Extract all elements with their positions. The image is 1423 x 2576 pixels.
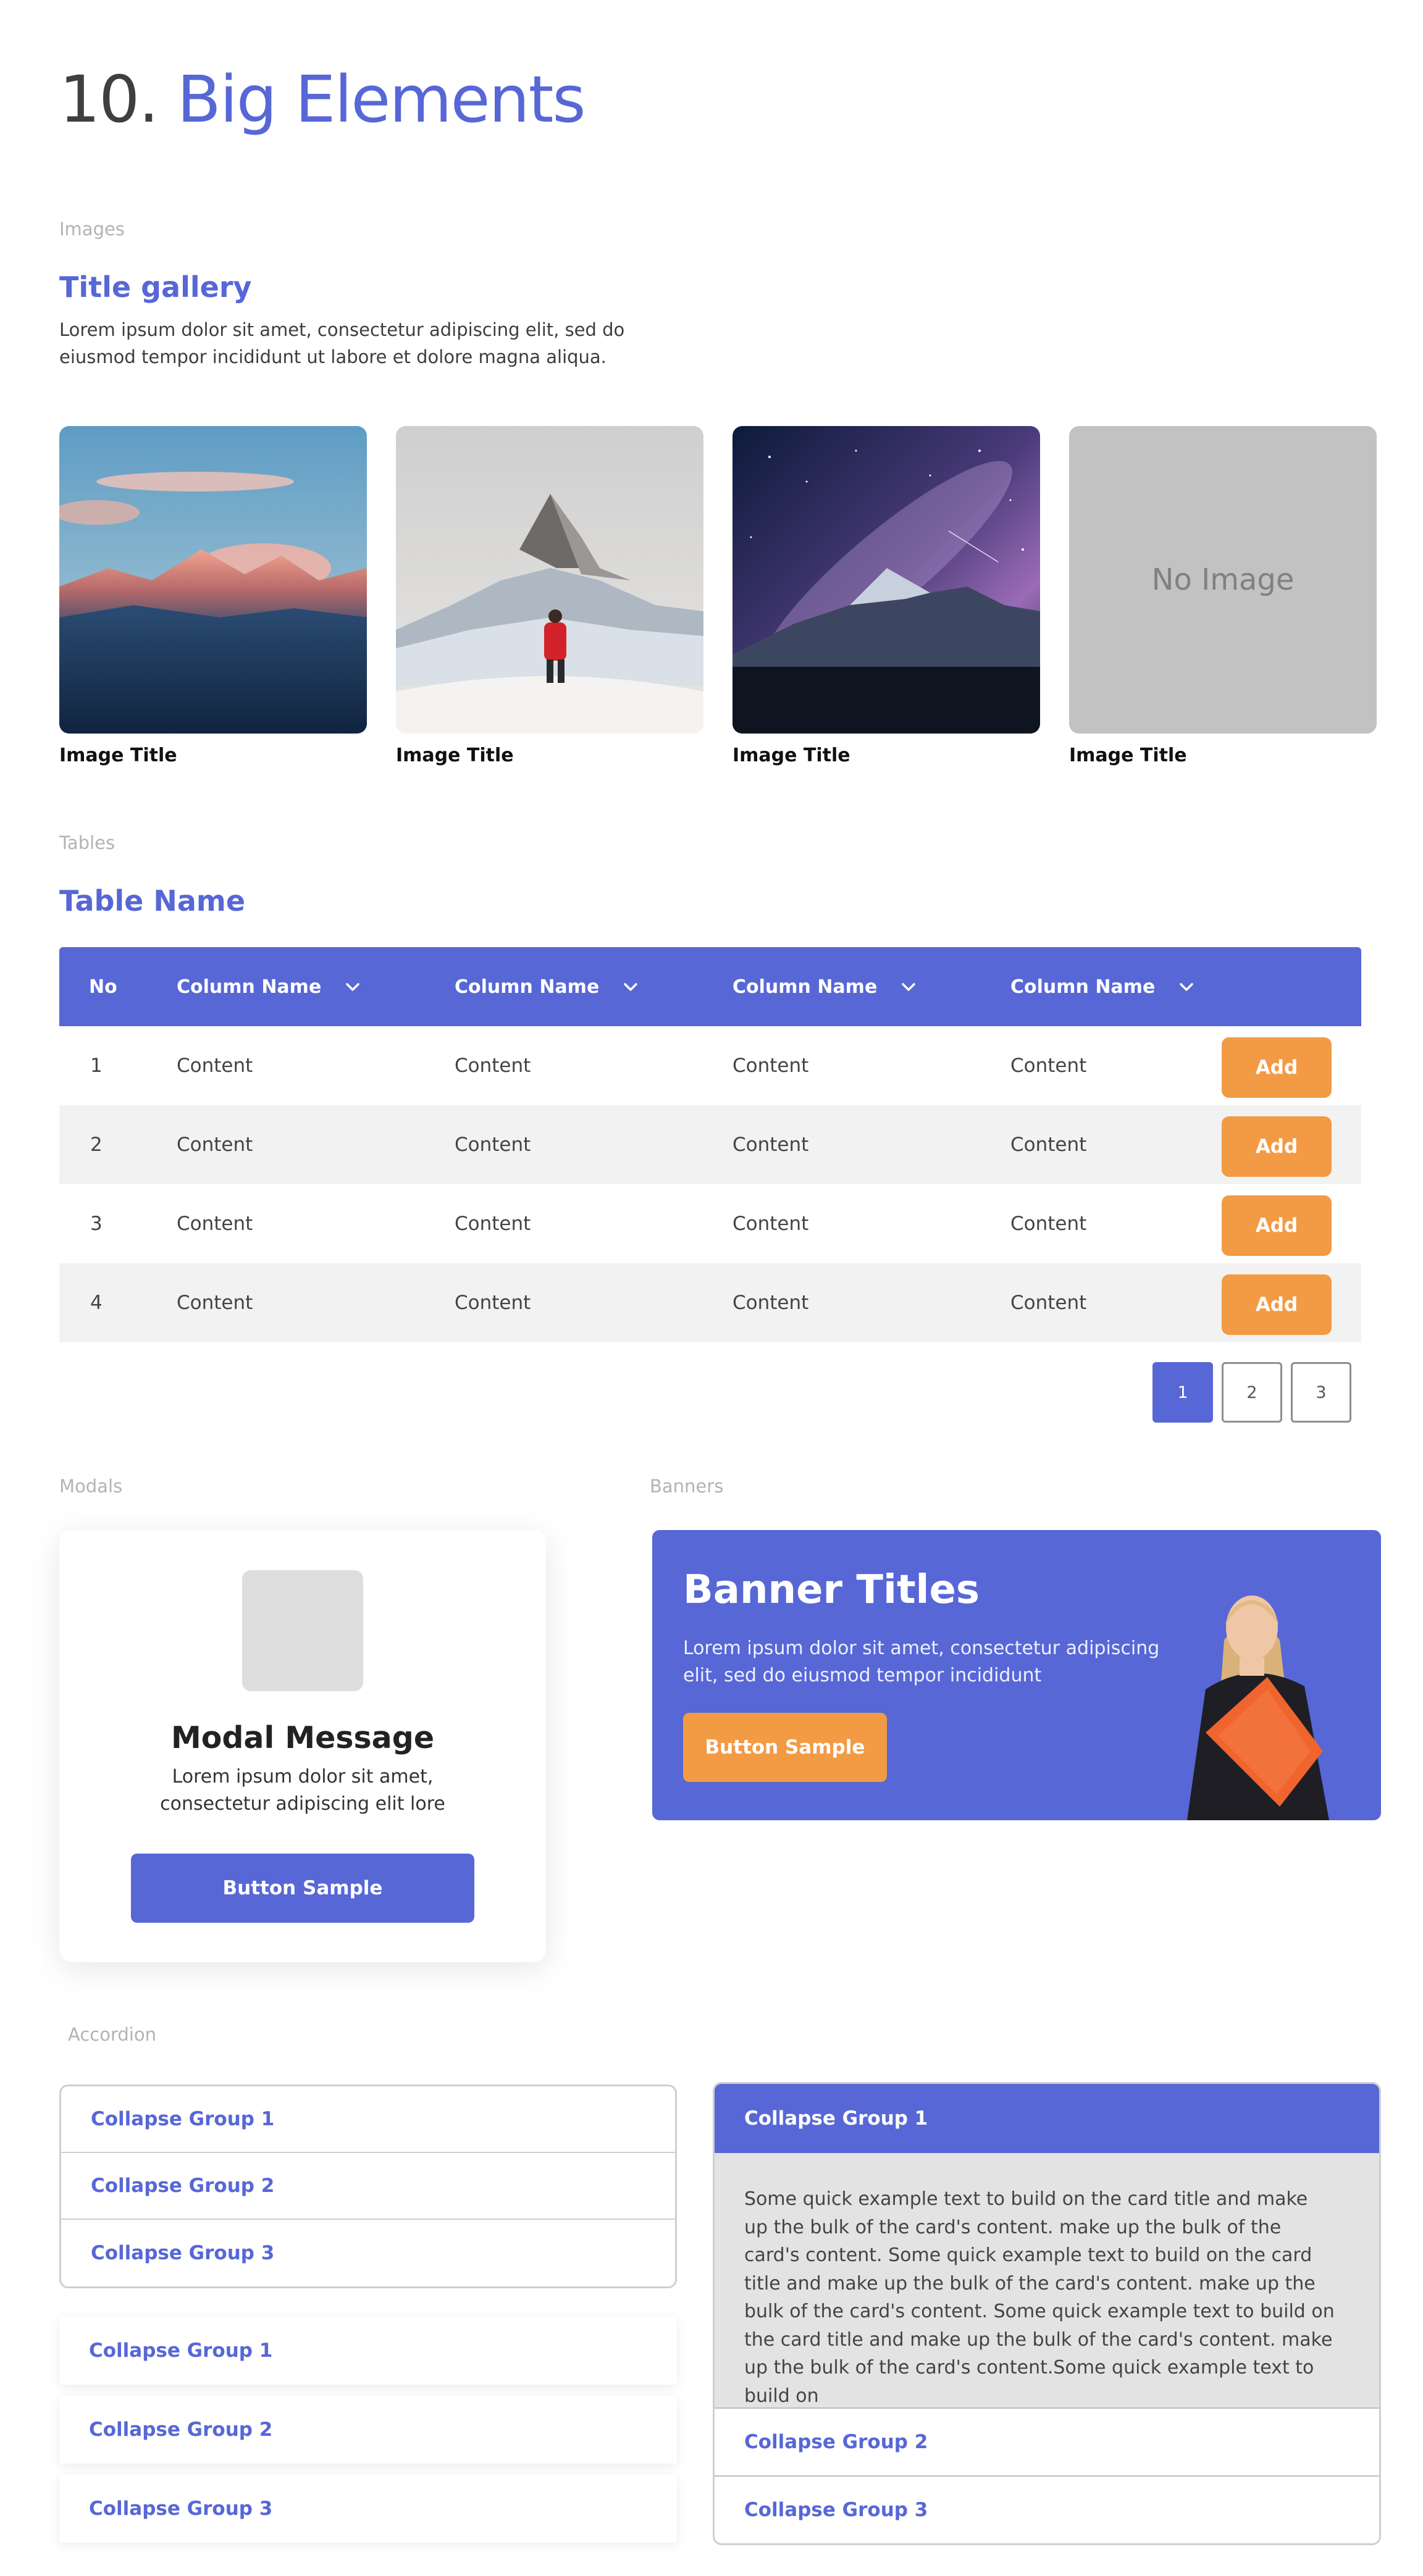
row-number: 1 [90, 1055, 103, 1077]
add-button[interactable]: Add [1222, 1195, 1332, 1256]
table-title: Table Name [59, 884, 246, 918]
row-number: 3 [90, 1213, 103, 1235]
modal-button[interactable]: Button Sample [131, 1854, 474, 1923]
accordion-body: Some quick example text to build on the … [715, 2153, 1379, 2407]
gallery-image-placeholder[interactable]: No Image [1069, 426, 1377, 734]
row-number: 2 [90, 1134, 103, 1156]
accordion-section-label: Accordion [68, 2024, 156, 2045]
gallery-image-2[interactable] [396, 426, 703, 734]
gallery-image-3[interactable] [732, 426, 1040, 734]
page-button-2[interactable]: 2 [1222, 1362, 1282, 1423]
accordion-item[interactable]: Collapse Group 3 [715, 2475, 1379, 2543]
add-button[interactable]: Add [1222, 1274, 1332, 1335]
chevron-down-icon [624, 983, 638, 991]
accordion-expanded: Collapse Group 1 Some quick example text… [713, 2082, 1381, 2545]
table-cell: Content [455, 1134, 531, 1156]
image-caption-3: Image Title [732, 745, 850, 766]
modal-message: Lorem ipsum dolor sit amet, consectetur … [160, 1766, 445, 1815]
table-header: No Column Name Column Name Column Name C… [59, 947, 1361, 1026]
header-column-3[interactable]: Column Name [732, 947, 918, 1026]
gallery-description: Lorem ipsum dolor sit amet, consectetur … [59, 319, 625, 367]
header-no: No [89, 976, 117, 998]
page-button-3[interactable]: 3 [1291, 1362, 1351, 1423]
table-cell: Content [1010, 1292, 1087, 1314]
image-caption-4: Image Title [1069, 745, 1187, 766]
gallery-title: Title gallery [59, 270, 252, 304]
table-cell: Content [177, 1213, 253, 1235]
banner: Banner Titles Lorem ipsum dolor sit amet… [652, 1530, 1381, 1820]
modal-card: Modal Message Lorem ipsum dolor sit amet… [59, 1530, 546, 1962]
banner-text: Lorem ipsum dolor sit amet, consectetur … [683, 1637, 1160, 1686]
page-title: 10. Big Elements [59, 59, 586, 140]
accordion-item[interactable]: Collapse Group 2 [715, 2407, 1379, 2475]
chevron-down-icon [902, 983, 916, 991]
table-cell: Content [455, 1055, 531, 1077]
table-cell: Content [1010, 1055, 1087, 1077]
table-cell: Content [732, 1134, 809, 1156]
table-cell: Content [455, 1213, 531, 1235]
chevron-down-icon [346, 983, 360, 991]
table-cell: Content [1010, 1134, 1087, 1156]
modal-image-placeholder [242, 1570, 363, 1691]
accordion-item[interactable]: Collapse Group 1 [61, 2086, 675, 2153]
data-table: No Column Name Column Name Column Name C… [59, 947, 1361, 1342]
table-cell: Content [177, 1055, 253, 1077]
accordion-bordered: Collapse Group 1 Collapse Group 2 Collap… [59, 2085, 677, 2288]
accordion-item[interactable]: Collapse Group 2 [61, 2153, 675, 2220]
banner-person-image [1187, 1595, 1329, 1820]
accordion-item[interactable]: Collapse Group 3 [61, 2220, 675, 2286]
accordion-shadow-item[interactable]: Collapse Group 1 [59, 2317, 677, 2385]
image-caption-2: Image Title [396, 745, 514, 766]
table-cell: Content [455, 1292, 531, 1314]
table-cell: Content [177, 1134, 253, 1156]
table-cell: Content [1010, 1213, 1087, 1235]
chevron-down-icon [1180, 983, 1194, 991]
add-button[interactable]: Add [1222, 1116, 1332, 1177]
table-cell: Content [177, 1292, 253, 1314]
accordion-open-header[interactable]: Collapse Group 1 [715, 2084, 1379, 2153]
header-column-4[interactable]: Column Name [1010, 947, 1196, 1026]
table-cell: Content [732, 1292, 809, 1314]
page-title-text: Big Elements [177, 62, 586, 137]
header-column-2[interactable]: Column Name [455, 947, 640, 1026]
banner-button[interactable]: Button Sample [683, 1713, 887, 1782]
banner-title: Banner Titles [683, 1567, 980, 1613]
table-cell: Content [732, 1213, 809, 1235]
banners-section-label: Banners [650, 1476, 724, 1497]
table-row: 2 Content Content Content Content Add [59, 1105, 1361, 1184]
gallery-image-1[interactable] [59, 426, 367, 734]
modal-title: Modal Message [170, 1720, 435, 1755]
accordion-shadow-item[interactable]: Collapse Group 2 [59, 2396, 677, 2464]
add-button[interactable]: Add [1222, 1037, 1332, 1098]
row-number: 4 [90, 1292, 103, 1314]
table-row: 1 Content Content Content Content Add [59, 1026, 1361, 1105]
table-row: 3 Content Content Content Content Add [59, 1184, 1361, 1263]
page-button-1[interactable]: 1 [1152, 1362, 1213, 1423]
accordion-shadow-item[interactable]: Collapse Group 3 [59, 2475, 677, 2543]
page-number: 10. [59, 62, 159, 137]
modals-section-label: Modals [59, 1476, 123, 1497]
images-section-label: Images [59, 219, 125, 240]
table-cell: Content [732, 1055, 809, 1077]
no-image-text: No Image [1151, 562, 1295, 597]
tables-section-label: Tables [59, 832, 115, 853]
header-column-1[interactable]: Column Name [177, 947, 362, 1026]
image-caption-1: Image Title [59, 745, 177, 766]
table-row: 4 Content Content Content Content Add [59, 1263, 1361, 1342]
